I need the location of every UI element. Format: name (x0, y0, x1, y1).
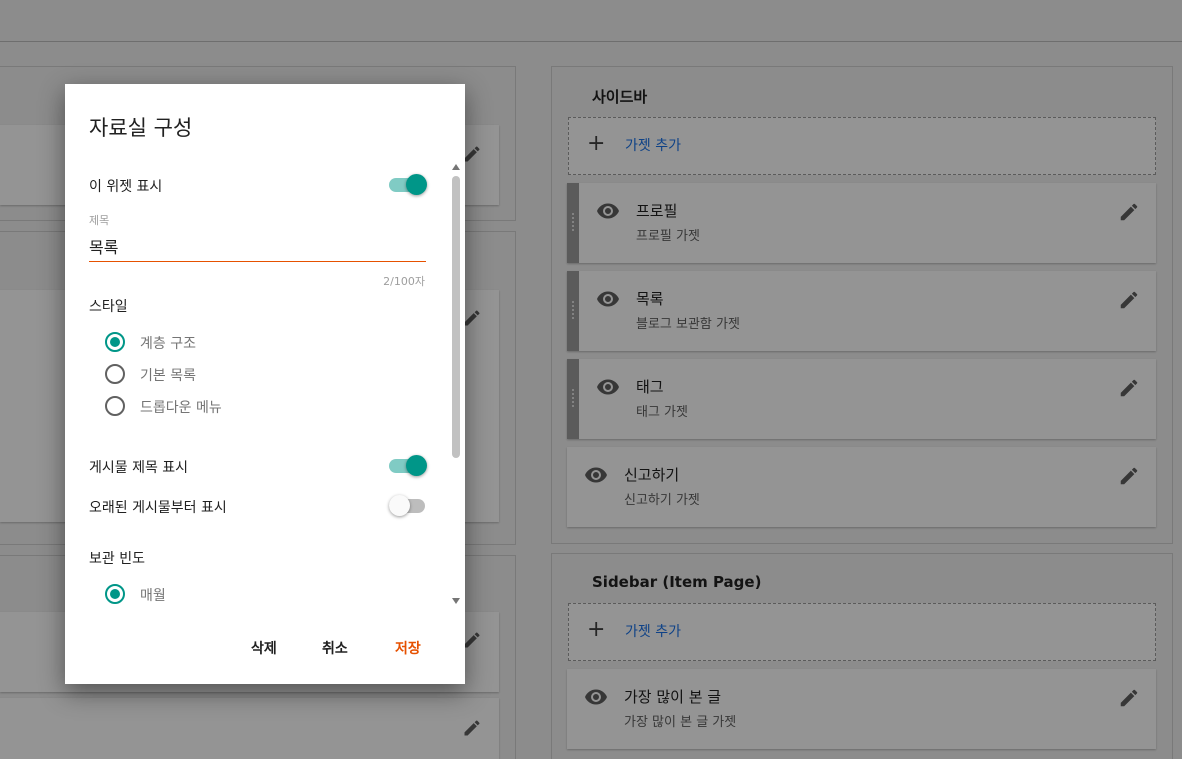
title-field-label: 제목 (89, 214, 110, 227)
show-widget-toggle[interactable] (389, 173, 427, 195)
radio-label: 기본 목록 (140, 368, 196, 384)
scroll-up-arrow-icon[interactable] (452, 164, 460, 170)
dialog-scrollbar[interactable] (451, 164, 461, 604)
title-char-counter: 2/100자 (383, 275, 425, 288)
show-widget-label: 이 위젯 표시 (89, 179, 163, 195)
scroll-down-arrow-icon[interactable] (452, 598, 460, 604)
title-input[interactable] (89, 230, 426, 262)
radio-label: 드롭다운 메뉴 (140, 400, 222, 416)
show-oldest-first-label: 오래된 게시물부터 표시 (89, 500, 227, 516)
show-oldest-first-toggle[interactable] (389, 494, 427, 516)
delete-button[interactable]: 삭제 (251, 638, 277, 658)
radio-label: 매월 (140, 588, 166, 604)
cancel-button[interactable]: 취소 (322, 638, 348, 658)
show-post-titles-label: 게시물 제목 표시 (89, 460, 189, 476)
radio-checked-icon[interactable] (105, 332, 125, 352)
radio-unchecked-icon[interactable] (105, 396, 125, 416)
radio-label: 계층 구조 (140, 336, 196, 352)
archive-config-dialog: 자료실 구성 이 위젯 표시 제목 2/100자 스타일 계층 구조 기본 목록… (65, 84, 465, 684)
style-label: 스타일 (89, 299, 128, 315)
frequency-label: 보관 빈도 (89, 551, 145, 567)
show-post-titles-toggle[interactable] (389, 454, 427, 476)
dialog-title: 자료실 구성 (89, 116, 193, 140)
dialog-scroll-content[interactable]: 이 위젯 표시 제목 2/100자 스타일 계층 구조 기본 목록 드롭다운 메… (65, 158, 465, 610)
radio-unchecked-icon[interactable] (105, 364, 125, 384)
save-button[interactable]: 저장 (395, 638, 421, 658)
scrollbar-thumb[interactable] (452, 176, 460, 458)
radio-checked-icon[interactable] (105, 584, 125, 604)
